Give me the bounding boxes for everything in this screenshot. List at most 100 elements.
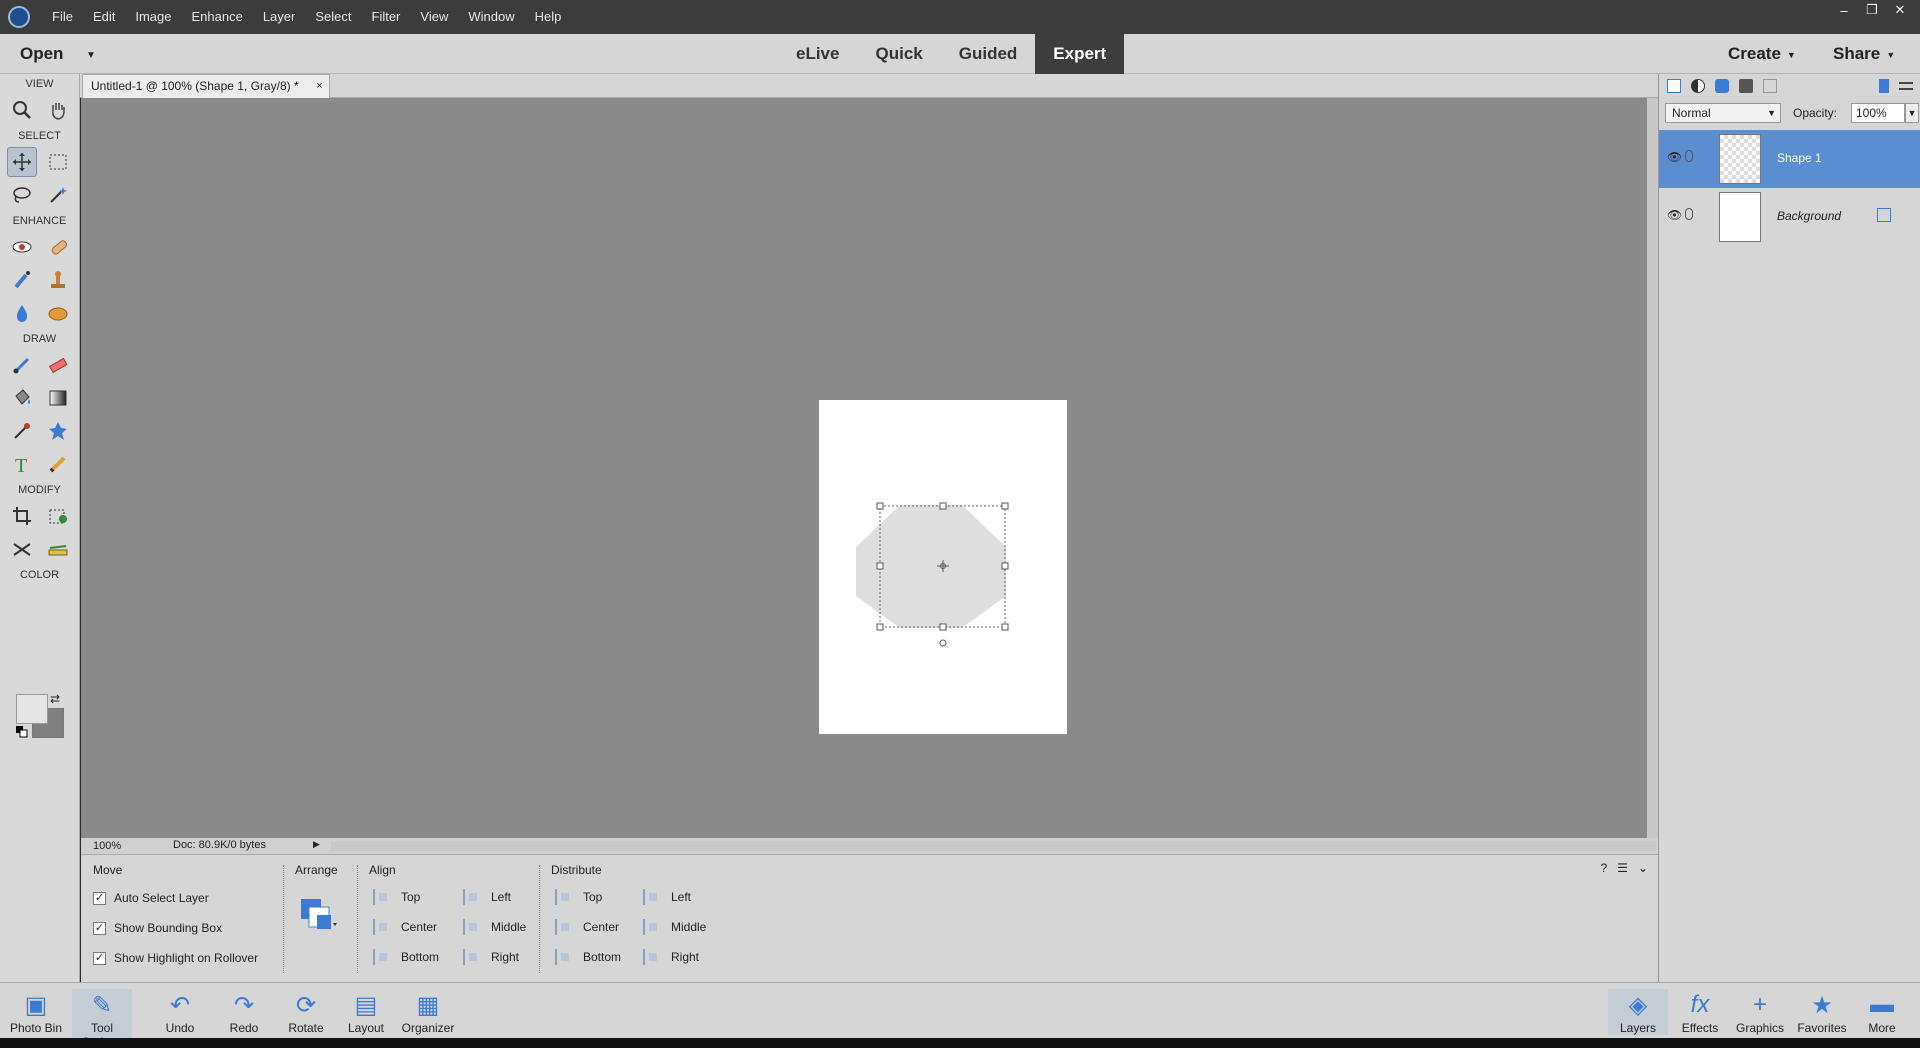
close-button[interactable]: ✕ [1886, 0, 1914, 20]
clone-stamp-tool-icon[interactable] [43, 265, 73, 295]
crop-tool-icon[interactable] [7, 501, 37, 531]
distribute-right-button[interactable]: Right [643, 949, 699, 965]
lock-transparent-icon[interactable] [1763, 79, 1777, 93]
photo-bin-button[interactable]: ▣ Photo Bin [6, 989, 66, 1036]
recompose-tool-icon[interactable] [43, 501, 73, 531]
arrange-button[interactable] [297, 895, 341, 939]
vertical-scrollbar[interactable] [1647, 98, 1658, 838]
share-button[interactable]: Share ▼ [1833, 44, 1895, 64]
canvas-area[interactable] [81, 98, 1647, 838]
menu-window[interactable]: Window [458, 0, 524, 34]
menu-filter[interactable]: Filter [362, 0, 411, 34]
visibility-eye-icon[interactable]: 👁 [1667, 150, 1682, 164]
more-button[interactable]: ▬ More [1852, 989, 1912, 1035]
layer-lock-icon[interactable] [1877, 208, 1891, 222]
blend-mode-select[interactable]: Normal ▼ [1665, 103, 1781, 123]
swap-colors-icon[interactable]: ⇄ [50, 692, 60, 706]
zoom-level[interactable]: 100% [93, 840, 121, 852]
horizontal-scrollbar[interactable] [331, 841, 1656, 851]
rotate-button[interactable]: ⟳ Rotate [276, 989, 336, 1036]
effects-button[interactable]: fx Effects [1670, 989, 1730, 1035]
menu-image[interactable]: Image [125, 0, 181, 34]
shape-layer-graphic[interactable] [819, 400, 1067, 734]
open-dropdown-icon[interactable]: ▼ [86, 50, 96, 61]
adjustment-layer-icon[interactable] [1691, 79, 1705, 93]
align-bottom-button[interactable]: Bottom [373, 949, 439, 965]
magic-wand-tool-icon[interactable] [43, 180, 73, 210]
menu-layer[interactable]: Layer [253, 0, 306, 34]
tab-expert[interactable]: Expert [1035, 34, 1125, 74]
lasso-tool-icon[interactable] [7, 180, 37, 210]
align-top-button[interactable]: Top [373, 889, 420, 905]
menu-enhance[interactable]: Enhance [182, 0, 253, 34]
layers-button[interactable]: ◈ Layers [1608, 989, 1668, 1035]
zoom-tool-icon[interactable] [7, 95, 37, 125]
redo-button[interactable]: ↷ Redo [214, 989, 274, 1036]
pencil-tool-icon[interactable] [43, 449, 73, 479]
paint-bucket-tool-icon[interactable] [7, 383, 37, 413]
document-page[interactable] [819, 400, 1067, 734]
restore-button[interactable]: ❐ [1858, 0, 1886, 20]
brush-tool-icon[interactable] [7, 350, 37, 380]
delete-layer-icon[interactable] [1879, 79, 1889, 93]
smart-brush-tool-icon[interactable] [7, 265, 37, 295]
status-menu-icon[interactable]: ▶ [313, 839, 320, 850]
align-center-button[interactable]: Center [373, 919, 437, 935]
blur-tool-icon[interactable] [7, 298, 37, 328]
content-aware-move-tool-icon[interactable] [7, 534, 37, 564]
opacity-input[interactable]: 100% [1851, 103, 1905, 123]
favorites-button[interactable]: ★ Favorites [1792, 989, 1852, 1036]
visibility-eye-icon[interactable]: 👁 [1667, 208, 1682, 222]
link-icon[interactable] [1685, 208, 1693, 220]
spot-healing-tool-icon[interactable] [43, 232, 73, 262]
layer-row-background[interactable]: 👁 Background [1659, 188, 1920, 246]
minimize-button[interactable]: – [1830, 0, 1858, 20]
tab-close-icon[interactable]: × [316, 75, 322, 97]
layer-mask-icon[interactable] [1715, 79, 1729, 93]
marquee-tool-icon[interactable] [43, 147, 73, 177]
default-colors-icon[interactable] [16, 726, 28, 738]
type-tool-icon[interactable]: T [7, 449, 37, 479]
graphics-button[interactable]: + Graphics [1730, 989, 1790, 1035]
options-menu-icon[interactable]: ☰ [1617, 861, 1628, 875]
distribute-top-button[interactable]: Top [555, 889, 602, 905]
eraser-tool-icon[interactable] [43, 350, 73, 380]
layout-button[interactable]: ▤ Layout [336, 989, 396, 1036]
create-button[interactable]: Create ▼ [1728, 44, 1796, 64]
new-layer-icon[interactable] [1667, 79, 1681, 93]
layer-row-shape-1[interactable]: 👁 Shape 1 [1659, 130, 1920, 188]
rotate-handle[interactable] [939, 639, 947, 647]
eyedropper-tool-icon[interactable] [7, 416, 37, 446]
align-middle-button[interactable]: Middle [463, 919, 526, 935]
move-tool-icon[interactable] [6, 147, 37, 177]
link-icon[interactable] [1685, 150, 1693, 162]
collapse-chevron-icon[interactable]: ⌄ [1638, 861, 1648, 875]
menu-view[interactable]: View [410, 0, 458, 34]
document-tab[interactable]: Untitled-1 @ 100% (Shape 1, Gray/8) * × [82, 74, 330, 98]
menu-file[interactable]: File [42, 0, 83, 34]
tab-quick[interactable]: Quick [857, 34, 940, 74]
gradient-tool-icon[interactable] [43, 383, 73, 413]
undo-button[interactable]: ↶ Undo [150, 989, 210, 1036]
distribute-left-button[interactable]: Left [643, 889, 691, 905]
align-left-button[interactable]: Left [463, 889, 511, 905]
auto-select-layer-checkbox[interactable]: ✓ Auto Select Layer [93, 891, 209, 905]
lock-all-icon[interactable] [1739, 79, 1753, 93]
distribute-bottom-button[interactable]: Bottom [555, 949, 621, 965]
organizer-button[interactable]: ▦ Organizer [398, 989, 458, 1036]
menu-help[interactable]: Help [525, 0, 572, 34]
show-highlight-checkbox[interactable]: ✓ Show Highlight on Rollover [93, 951, 258, 965]
distribute-middle-button[interactable]: Middle [643, 919, 706, 935]
help-icon[interactable]: ? [1600, 861, 1607, 875]
sponge-tool-icon[interactable] [43, 298, 73, 328]
custom-shape-tool-icon[interactable] [43, 416, 73, 446]
hand-tool-icon[interactable] [43, 95, 73, 125]
distribute-center-button[interactable]: Center [555, 919, 619, 935]
align-right-button[interactable]: Right [463, 949, 519, 965]
tab-elive[interactable]: eLive [778, 34, 857, 74]
menu-edit[interactable]: Edit [83, 0, 125, 34]
panel-menu-icon[interactable] [1899, 82, 1913, 90]
opacity-dropdown-icon[interactable]: ▼ [1905, 103, 1919, 123]
show-bounding-box-checkbox[interactable]: ✓ Show Bounding Box [93, 921, 222, 935]
tab-guided[interactable]: Guided [941, 34, 1036, 74]
